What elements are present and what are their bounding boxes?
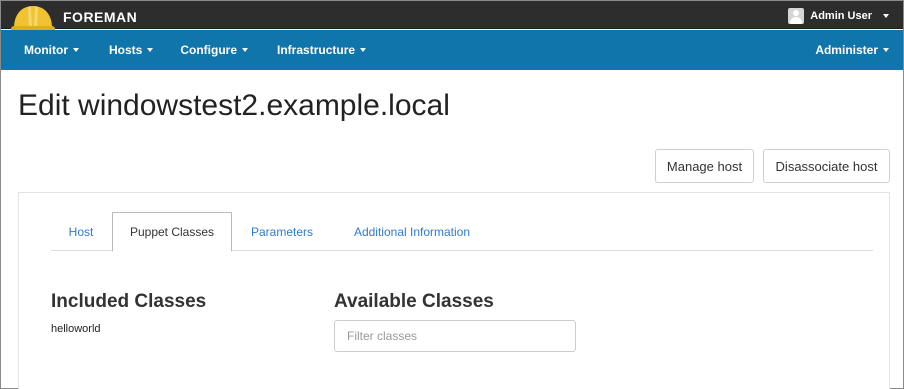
tab-parameters[interactable]: Parameters — [241, 212, 323, 251]
manage-host-button[interactable]: Manage host — [655, 149, 754, 183]
nav-hosts-menu[interactable]: Hosts — [109, 30, 154, 70]
tab-additional-information[interactable]: Additional Information — [338, 212, 486, 251]
caret-down-icon — [73, 48, 79, 52]
host-tabs: Host Puppet Classes Parameters Additiona… — [51, 212, 873, 252]
nav-configure-label: Configure — [180, 43, 238, 57]
caret-down-icon — [242, 48, 249, 52]
brand-name: FOREMAN — [63, 9, 138, 25]
nav-monitor-menu[interactable]: Monitor — [24, 30, 79, 70]
tab-host[interactable]: Host — [57, 212, 105, 251]
user-avatar-icon — [788, 8, 805, 24]
caret-down-icon — [883, 48, 889, 52]
included-class-item[interactable]: helloworld — [51, 323, 101, 335]
nav-monitor-label: Monitor — [24, 43, 68, 57]
nav-hosts-label: Hosts — [109, 43, 143, 57]
filter-classes-input[interactable] — [334, 320, 576, 352]
tab-puppet-classes[interactable]: Puppet Classes — [112, 212, 232, 252]
caret-down-icon — [883, 14, 889, 18]
host-edit-panel: Host Puppet Classes Parameters Additiona… — [18, 192, 890, 389]
nav-infrastructure-menu[interactable]: Infrastructure — [277, 30, 367, 70]
nav-administer-label: Administer — [815, 43, 878, 57]
user-name: Admin User — [810, 10, 872, 22]
page-title: Edit windowstest2.example.local — [18, 89, 450, 122]
user-menu[interactable]: Admin User — [788, 7, 889, 25]
caret-down-icon — [360, 48, 367, 52]
top-header: FOREMAN Admin User — [1, 1, 903, 32]
available-classes-heading: Available Classes — [334, 291, 494, 312]
main-navigation: Monitor Hosts Configure Infrastructure A… — [1, 30, 903, 70]
nav-configure-menu[interactable]: Configure — [180, 30, 249, 70]
included-classes-heading: Included Classes — [51, 291, 207, 312]
caret-down-icon — [147, 48, 154, 52]
nav-infrastructure-label: Infrastructure — [277, 43, 356, 57]
disassociate-host-button[interactable]: Disassociate host — [763, 149, 890, 183]
nav-administer-menu[interactable]: Administer — [815, 30, 889, 70]
